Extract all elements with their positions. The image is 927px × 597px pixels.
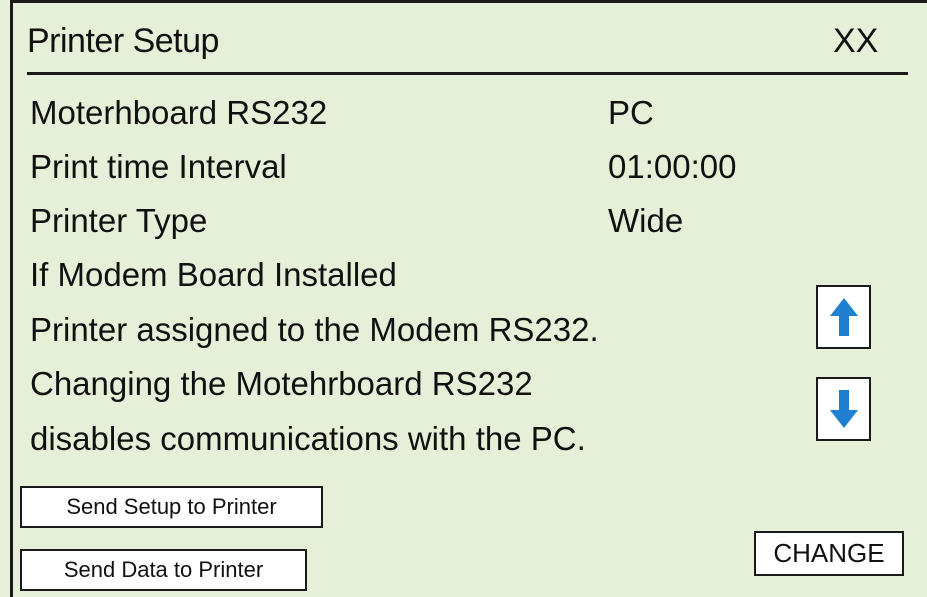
frame-border-top xyxy=(10,0,927,3)
setting-value-motherboard-rs232[interactable]: PC xyxy=(608,94,654,132)
close-button[interactable]: XX xyxy=(833,22,878,61)
title-divider xyxy=(27,72,908,75)
setting-label-print-time-interval: Print time Interval xyxy=(30,148,287,185)
change-button[interactable]: CHANGE xyxy=(754,531,904,576)
notice-line-3: Changing the Motehrboard RS232 xyxy=(30,365,533,402)
arrow-up-icon xyxy=(829,298,858,336)
send-data-to-printer-button[interactable]: Send Data to Printer xyxy=(20,549,307,591)
setting-value-printer-type[interactable]: Wide xyxy=(608,202,683,240)
notice-line-4: disables communications with the PC. xyxy=(30,420,586,457)
send-setup-to-printer-button[interactable]: Send Setup to Printer xyxy=(20,486,323,528)
page-title: Printer Setup xyxy=(27,22,219,60)
arrow-down-icon xyxy=(829,390,858,428)
scroll-down-button[interactable] xyxy=(816,377,871,441)
notice-line-2: Printer assigned to the Modem RS232. xyxy=(30,311,599,348)
setting-label-printer-type: Printer Type xyxy=(30,202,208,239)
printer-setup-screen: Printer Setup XX Moterhboard RS232 PC Pr… xyxy=(0,0,927,597)
scroll-up-button[interactable] xyxy=(816,285,871,349)
setting-value-print-time-interval[interactable]: 01:00:00 xyxy=(608,148,736,186)
notice-line-1: If Modem Board Installed xyxy=(30,256,397,293)
setting-label-motherboard-rs232: Moterhboard RS232 xyxy=(30,94,328,131)
frame-border-left xyxy=(10,0,13,597)
